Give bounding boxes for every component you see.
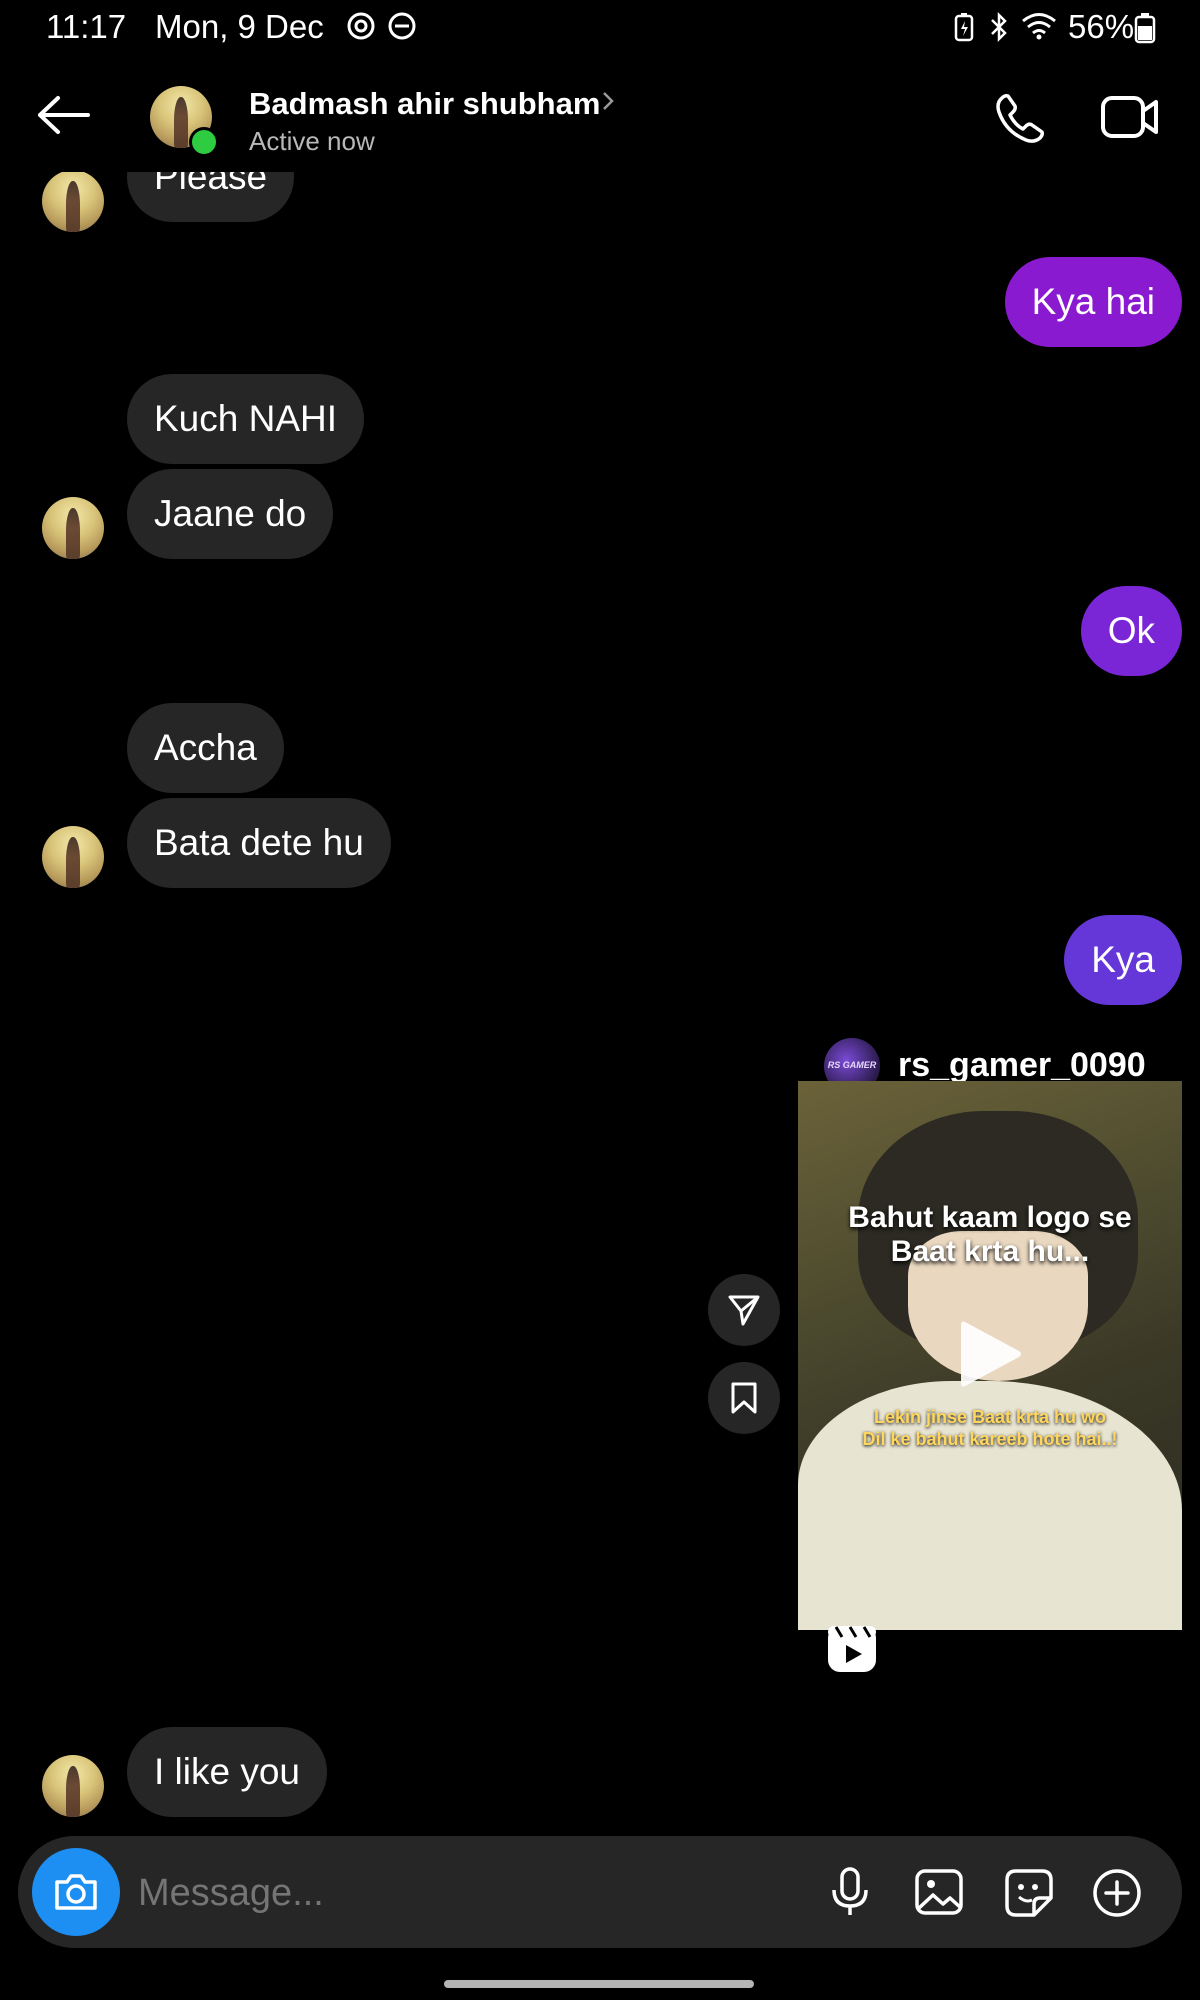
send-icon bbox=[728, 1295, 760, 1326]
battery-percent: 56% bbox=[1068, 8, 1135, 45]
message-received[interactable]: I like you bbox=[127, 1727, 328, 1817]
reel-author-avatar-text: RS GAMER bbox=[827, 1060, 877, 1070]
battery-icon bbox=[1134, 12, 1156, 49]
battery-saver-icon bbox=[953, 12, 975, 47]
message-received[interactable]: Kuch NAHI bbox=[127, 374, 365, 464]
avatar bbox=[42, 1755, 104, 1817]
message-received[interactable]: Bata dete hu bbox=[127, 798, 391, 888]
presence-status: Active now bbox=[249, 126, 375, 156]
reels-icon bbox=[826, 1624, 878, 1679]
contact-name: Badmash ahir shubham bbox=[249, 86, 601, 121]
share-reel-button[interactable] bbox=[708, 1274, 780, 1346]
chevron-right-icon bbox=[601, 90, 615, 117]
message-list: Please Kya hai Kuch NAHI Jaane do Ok Acc… bbox=[0, 172, 1200, 1832]
message-received[interactable]: Jaane do bbox=[127, 469, 334, 559]
reel-username: rs_gamer_0090 bbox=[898, 1046, 1146, 1084]
reel-caption-bottom: Lekin jinse Baat krta hu wo Dil ke bahut… bbox=[862, 1407, 1118, 1449]
reel-thumbnail[interactable]: Bahut kaam logo se Baat krta hu... Lekin… bbox=[798, 1081, 1182, 1630]
sticker-icon[interactable] bbox=[1004, 1868, 1054, 1923]
avatar bbox=[42, 497, 104, 559]
status-bar: 11:17 Mon, 9 Dec 56% bbox=[0, 0, 1200, 56]
message-sent[interactable]: Kya bbox=[1064, 915, 1182, 1005]
play-icon[interactable] bbox=[955, 1316, 1025, 1397]
plus-icon[interactable] bbox=[1092, 1868, 1142, 1923]
status-date: Mon, 9 Dec bbox=[155, 8, 324, 45]
bookmark-icon bbox=[731, 1382, 757, 1414]
back-arrow-icon[interactable] bbox=[36, 95, 90, 140]
gallery-icon[interactable] bbox=[914, 1868, 964, 1921]
message-input[interactable] bbox=[136, 1862, 700, 1924]
message-received[interactable]: Please bbox=[127, 172, 295, 222]
camera-icon bbox=[55, 1874, 97, 1910]
threads-icon bbox=[347, 12, 375, 45]
chat-header: Badmash ahir shubham Active now bbox=[0, 60, 1200, 170]
status-time: 11:17 bbox=[46, 8, 127, 45]
message-sent[interactable]: Kya hai bbox=[1004, 257, 1182, 347]
save-reel-button[interactable] bbox=[708, 1362, 780, 1434]
contact-header-link[interactable]: Badmash ahir shubham Active now bbox=[148, 86, 628, 170]
bluetooth-icon bbox=[988, 11, 1010, 48]
avatar bbox=[42, 172, 104, 232]
message-received[interactable]: Accha bbox=[127, 703, 284, 793]
online-dot bbox=[189, 127, 219, 157]
home-indicator[interactable] bbox=[444, 1980, 754, 1988]
phone-icon[interactable] bbox=[994, 92, 1046, 149]
dnd-icon bbox=[388, 12, 416, 45]
message-sent[interactable]: Ok bbox=[1080, 586, 1182, 676]
wifi-icon bbox=[1021, 12, 1057, 45]
video-call-icon[interactable] bbox=[1100, 94, 1160, 145]
message-composer bbox=[18, 1836, 1182, 1948]
reel-caption-top: Bahut kaam logo se Baat krta hu... bbox=[848, 1201, 1132, 1268]
avatar bbox=[42, 826, 104, 888]
camera-button[interactable] bbox=[32, 1848, 120, 1936]
microphone-icon[interactable] bbox=[830, 1866, 870, 1923]
